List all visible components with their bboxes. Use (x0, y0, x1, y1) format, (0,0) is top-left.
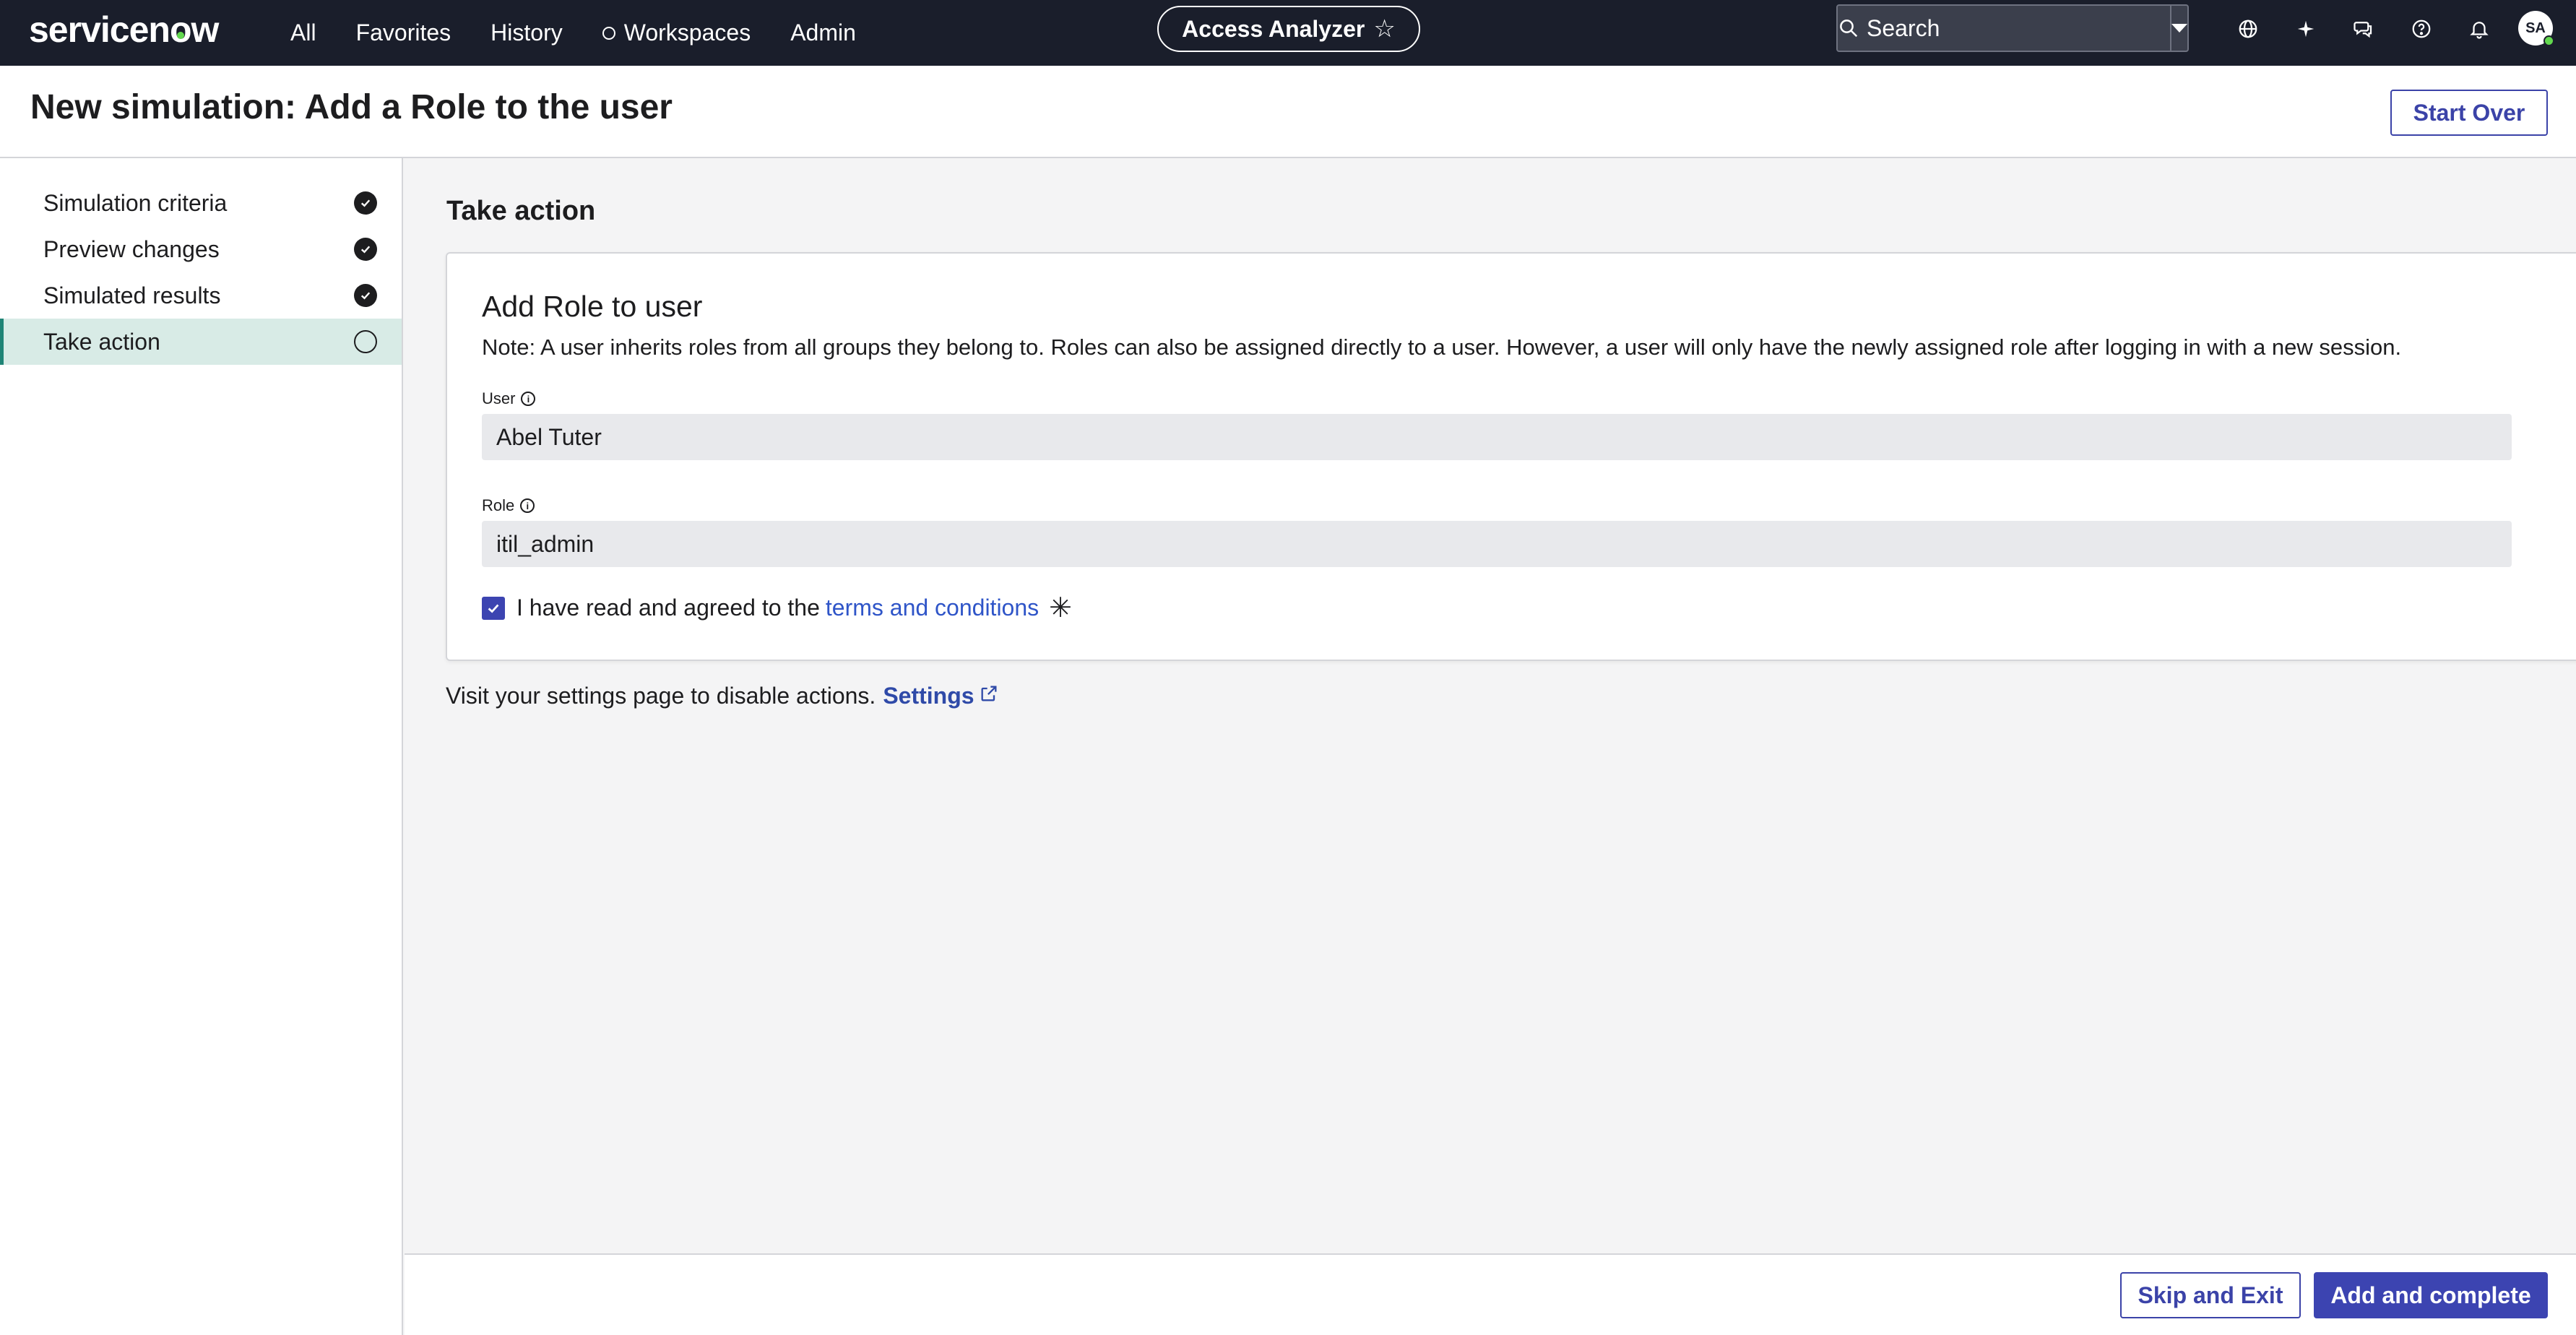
caret-down-icon (2171, 24, 2187, 33)
top-navigation-bar: servicenow All Favorites History Workspa… (0, 0, 2576, 66)
info-icon[interactable]: i (520, 498, 535, 513)
online-status-dot (2543, 35, 2554, 46)
user-field-label: User i (482, 389, 536, 408)
user-field[interactable] (482, 414, 2512, 460)
terms-text: I have read and agreed to the (517, 595, 820, 621)
check-circle-icon (354, 191, 377, 215)
card-title: Add Role to user (482, 290, 703, 323)
settings-link[interactable]: Settings (883, 683, 998, 709)
search-input[interactable] (1859, 6, 2170, 51)
nav-links: All Favorites History Workspaces Admin (290, 0, 896, 66)
step-simulation-criteria[interactable]: Simulation criteria (0, 180, 402, 226)
servicenow-logo[interactable]: servicenow (29, 9, 219, 51)
role-field[interactable] (482, 521, 2512, 567)
star-icon[interactable]: ☆ (1373, 14, 1395, 43)
app-title: Access Analyzer (1182, 15, 1365, 42)
app-title-pill[interactable]: Access Analyzer ☆ (1157, 6, 1420, 52)
step-label: Take action (43, 328, 160, 355)
settings-hint: Visit your settings page to disable acti… (446, 683, 999, 709)
main-content: Take action Add Role to user Note: A use… (405, 158, 2576, 1253)
globe-icon[interactable] (2219, 0, 2277, 58)
skip-and-exit-button[interactable]: Skip and Exit (2120, 1272, 2301, 1318)
terms-checkbox[interactable] (482, 596, 505, 620)
workspaces-circle-icon (602, 26, 615, 40)
search-icon (1838, 6, 1859, 51)
start-over-button[interactable]: Start Over (2390, 90, 2548, 136)
empty-circle-icon (354, 330, 377, 353)
user-label-text: User (482, 389, 516, 407)
check-circle-icon (354, 284, 377, 307)
card-note: Note: A user inherits roles from all gro… (482, 334, 2402, 360)
step-take-action[interactable]: Take action (0, 319, 402, 365)
required-asterisk-icon: ✳ (1049, 593, 1072, 623)
nav-link-workspaces[interactable]: Workspaces (602, 20, 751, 46)
bell-icon[interactable] (2450, 0, 2508, 58)
add-role-card: Add Role to user Note: A user inherits r… (446, 252, 2576, 661)
nav-link-all[interactable]: All (290, 20, 316, 46)
page-header: New simulation: Add a Role to the user S… (0, 66, 2576, 158)
nav-link-admin[interactable]: Admin (790, 20, 856, 46)
page-title: New simulation: Add a Role to the user (30, 88, 673, 126)
section-title: Take action (446, 196, 596, 226)
check-circle-icon (354, 238, 377, 261)
info-icon[interactable]: i (521, 392, 536, 406)
terms-link[interactable]: terms and conditions (826, 595, 1039, 621)
global-search (1836, 4, 2189, 52)
nav-link-workspaces-label: Workspaces (623, 20, 751, 46)
settings-link-label: Settings (883, 683, 974, 709)
user-avatar[interactable]: SA (2518, 11, 2554, 46)
role-label-text: Role (482, 496, 515, 514)
step-label: Simulated results (43, 282, 221, 308)
nav-link-history[interactable]: History (490, 20, 563, 46)
step-label: Simulation criteria (43, 189, 228, 216)
step-preview-changes[interactable]: Preview changes (0, 226, 402, 272)
wizard-footer: Skip and Exit Add and complete (405, 1253, 2576, 1335)
wizard-steps-sidebar: Simulation criteria Preview changes Simu… (0, 158, 403, 1335)
settings-hint-text: Visit your settings page to disable acti… (446, 683, 876, 709)
search-scope-dropdown[interactable] (2170, 6, 2187, 51)
nav-link-favorites[interactable]: Favorites (356, 20, 451, 46)
avatar-initials: SA (2525, 20, 2546, 36)
sparkle-icon[interactable] (2277, 0, 2335, 58)
step-simulated-results[interactable]: Simulated results (0, 272, 402, 319)
role-field-label: Role i (482, 496, 535, 515)
external-link-icon (979, 683, 999, 709)
chat-icon[interactable] (2335, 0, 2393, 58)
terms-agreement: I have read and agreed to the terms and … (482, 592, 1072, 624)
add-and-complete-button[interactable]: Add and complete (2314, 1272, 2548, 1318)
nav-icon-group (2219, 0, 2508, 58)
help-icon[interactable] (2393, 0, 2450, 58)
step-label: Preview changes (43, 236, 220, 262)
